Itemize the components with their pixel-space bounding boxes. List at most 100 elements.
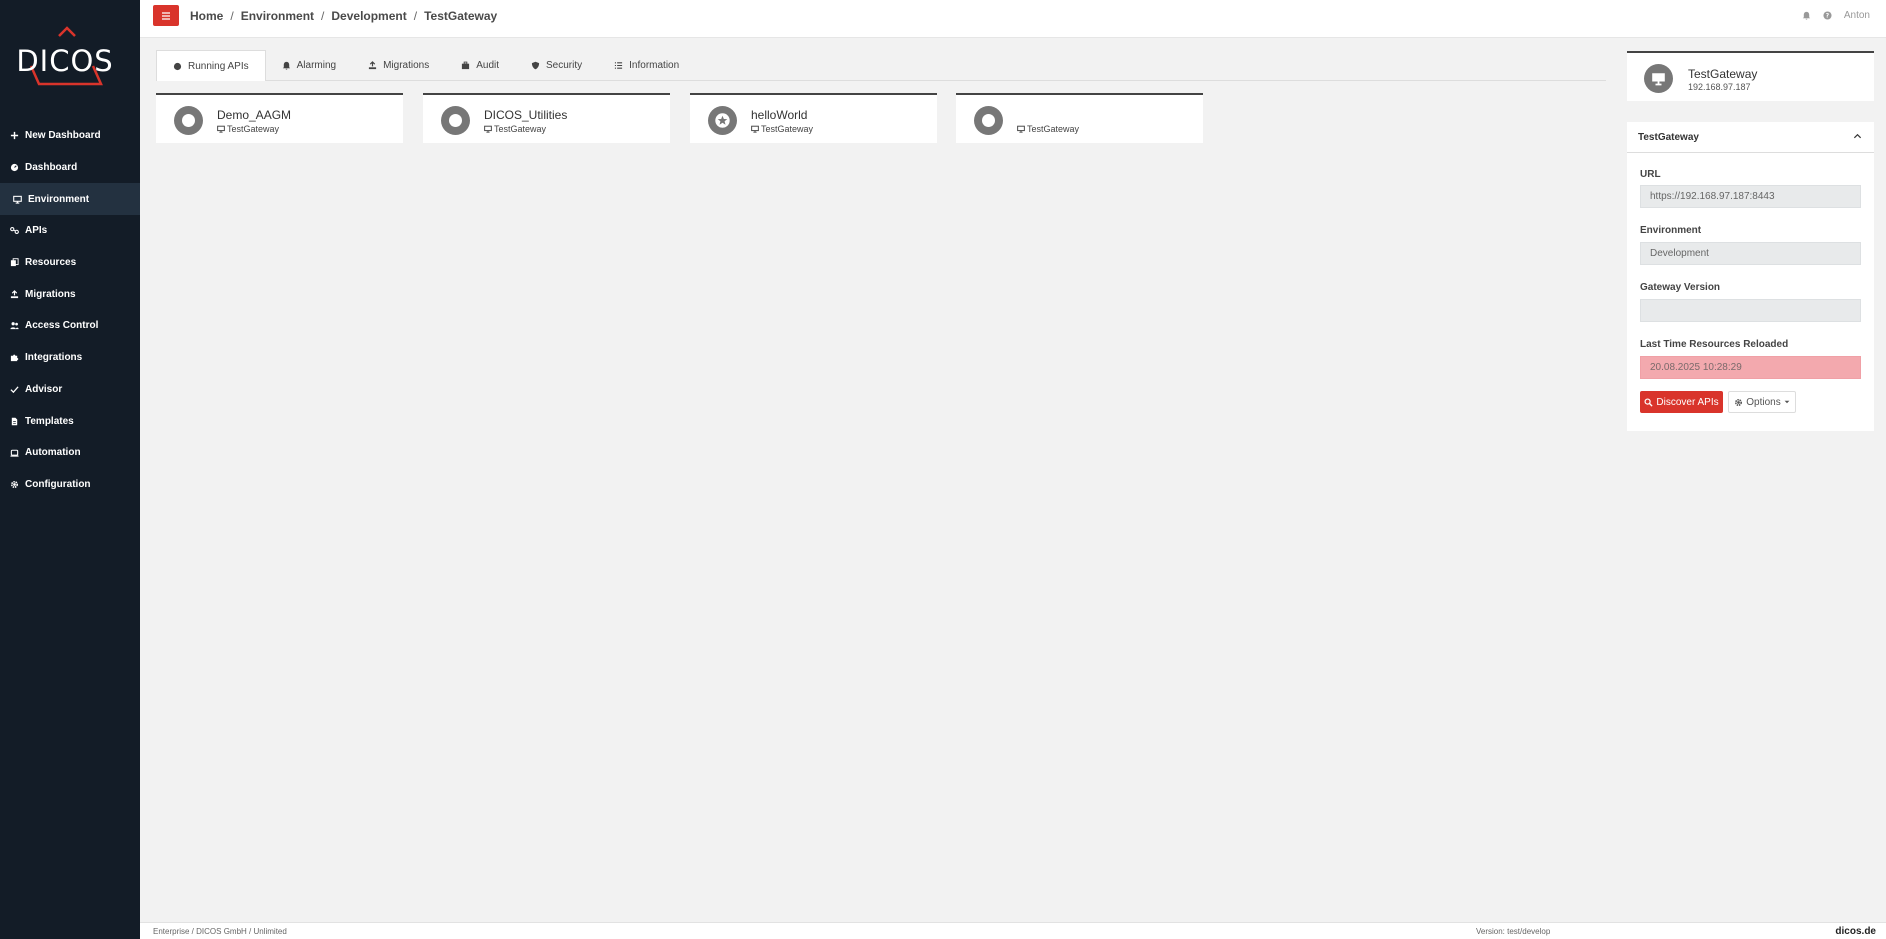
gateway-version-field[interactable] (1640, 299, 1861, 322)
link-icon (10, 226, 19, 235)
top-header: Home / Environment / Development / TestG… (140, 0, 1886, 38)
sidebar-item-resources[interactable]: Resources (0, 247, 140, 279)
sidebar-item-dashboard[interactable]: Dashboard (0, 152, 140, 184)
breadcrumb-home[interactable]: Home (190, 9, 223, 23)
api-gateway-label: TestGateway (761, 124, 814, 134)
environment-label: Environment (1640, 225, 1702, 236)
gateway-name: TestGateway (1688, 67, 1758, 81)
user-name[interactable]: Anton (1844, 10, 1870, 21)
api-name: Demo_AAGM (217, 108, 292, 122)
api-card[interactable]: Demo_AAGM TestGateway (156, 93, 403, 143)
discover-apis-label: Discover APIs (1656, 396, 1719, 408)
api-card[interactable]: helloWorld TestGateway (690, 93, 937, 143)
tab-information[interactable]: Information (598, 50, 695, 80)
circle-icon (173, 62, 182, 71)
gateway-details-panel: TestGateway URL https://192.168.97.187:8… (1627, 122, 1874, 431)
url-field[interactable]: https://192.168.97.187:8443 (1640, 185, 1861, 208)
sidebar-item-advisor[interactable]: Advisor (0, 374, 140, 406)
api-card[interactable]: TestGateway (956, 93, 1203, 143)
check-icon (10, 385, 19, 394)
api-name: helloWorld (751, 108, 808, 122)
search-icon (1644, 397, 1653, 407)
sidebar-item-automation[interactable]: Automation (0, 437, 140, 469)
ring-icon (441, 106, 470, 135)
monitor-icon (1644, 64, 1673, 93)
tab-label: Running APIs (188, 60, 249, 72)
panel-header: TestGateway (1627, 122, 1874, 153)
breadcrumb-separator: / (321, 9, 325, 23)
menu-toggle-button[interactable] (153, 5, 179, 26)
version-text: Version: test/develop (1476, 927, 1551, 936)
bell-icon[interactable] (1802, 11, 1811, 20)
api-gateway-label: TestGateway (494, 124, 547, 134)
tab-migrations[interactable]: Migrations (352, 50, 445, 80)
tab-alarming[interactable]: Alarming (266, 50, 352, 80)
briefcase-icon (461, 61, 470, 70)
sidebar-item-label: Environment (28, 193, 90, 205)
last-reload-label: Last Time Resources Reloaded (1640, 339, 1789, 350)
sidebar-item-migrations[interactable]: Migrations (0, 278, 140, 310)
header-actions: ? Anton (1802, 10, 1870, 21)
upload-icon (368, 60, 377, 70)
last-reload-field[interactable]: 20.08.2025 10:28:29 (1640, 356, 1861, 379)
api-gateway: TestGateway (217, 124, 279, 134)
panel-title: TestGateway (1638, 131, 1699, 143)
tab-audit[interactable]: Audit (445, 50, 515, 80)
ring-icon (974, 106, 1003, 135)
sidebar-item-label: Configuration (25, 478, 91, 490)
sidebar-item-configuration[interactable]: Configuration (0, 469, 140, 501)
sidebar-item-label: Integrations (25, 352, 83, 364)
sidebar-item-label: Access Control (25, 320, 99, 332)
discover-apis-button[interactable]: Discover APIs (1640, 391, 1723, 413)
puzzle-icon (10, 353, 19, 362)
logo-text: DICOS (16, 44, 114, 78)
users-icon (10, 321, 19, 330)
api-card[interactable]: DICOS_Utilities TestGateway (423, 93, 670, 143)
monitor-icon (751, 125, 759, 133)
hamburger-icon (161, 7, 171, 25)
caret-down-icon (1784, 400, 1790, 404)
sidebar-item-apis[interactable]: APIs (0, 215, 140, 247)
sidebar-item-environment[interactable]: Environment (0, 183, 140, 216)
tab-label: Alarming (296, 59, 337, 71)
breadcrumb-environment[interactable]: Environment (241, 9, 314, 23)
plus-icon (10, 131, 19, 140)
help-icon[interactable]: ? (1823, 11, 1832, 20)
url-label: URL (1640, 169, 1661, 180)
sidebar-item-label: New Dashboard (25, 130, 101, 142)
ring-icon (174, 106, 203, 135)
sidebar-item-access-control[interactable]: Access Control (0, 310, 140, 342)
gateway-tabs: Running APIs Alarming Migrations Audit S… (156, 50, 1606, 81)
tab-label: Audit (476, 59, 500, 71)
tab-label: Security (546, 59, 583, 71)
api-gateway: TestGateway (751, 124, 813, 134)
api-name: DICOS_Utilities (484, 108, 568, 122)
sidebar-item-templates[interactable]: Templates (0, 405, 140, 437)
site-link[interactable]: dicos.de (1835, 926, 1876, 937)
sidebar-item-label: Dashboard (25, 162, 78, 174)
options-dropdown-button[interactable]: Options (1728, 391, 1796, 413)
breadcrumb-development[interactable]: Development (331, 9, 406, 23)
sidebar-item-label: APIs (25, 225, 48, 237)
api-gateway-label: TestGateway (1027, 124, 1080, 134)
sidebar-item-integrations[interactable]: Integrations (0, 342, 140, 374)
tab-security[interactable]: Security (515, 50, 598, 80)
monitor-icon (484, 125, 492, 133)
tab-label: Information (629, 59, 680, 71)
tab-running-apis[interactable]: Running APIs (156, 50, 266, 81)
breadcrumb-separator: / (413, 9, 418, 23)
api-gateway-label: TestGateway (227, 124, 280, 134)
environment-field[interactable]: Development (1640, 242, 1861, 265)
license-text: Enterprise / DICOS GmbH / Unlimited (153, 927, 287, 936)
sidebar-item-new-dashboard[interactable]: New Dashboard (0, 120, 140, 152)
file-icon (10, 417, 19, 426)
footer: Enterprise / DICOS GmbH / Unlimited Vers… (140, 922, 1886, 939)
api-gateway: TestGateway (1017, 124, 1079, 134)
gear-icon (1735, 398, 1743, 406)
dicos-logo[interactable]: DICOS (0, 0, 140, 110)
chevron-up-icon[interactable] (1853, 132, 1862, 141)
copy-icon (10, 258, 19, 267)
breadcrumb-testgateway[interactable]: TestGateway (424, 9, 497, 23)
sidebar-nav: New Dashboard Dashboard Environment APIs… (0, 120, 140, 500)
monitor-icon (13, 195, 22, 204)
